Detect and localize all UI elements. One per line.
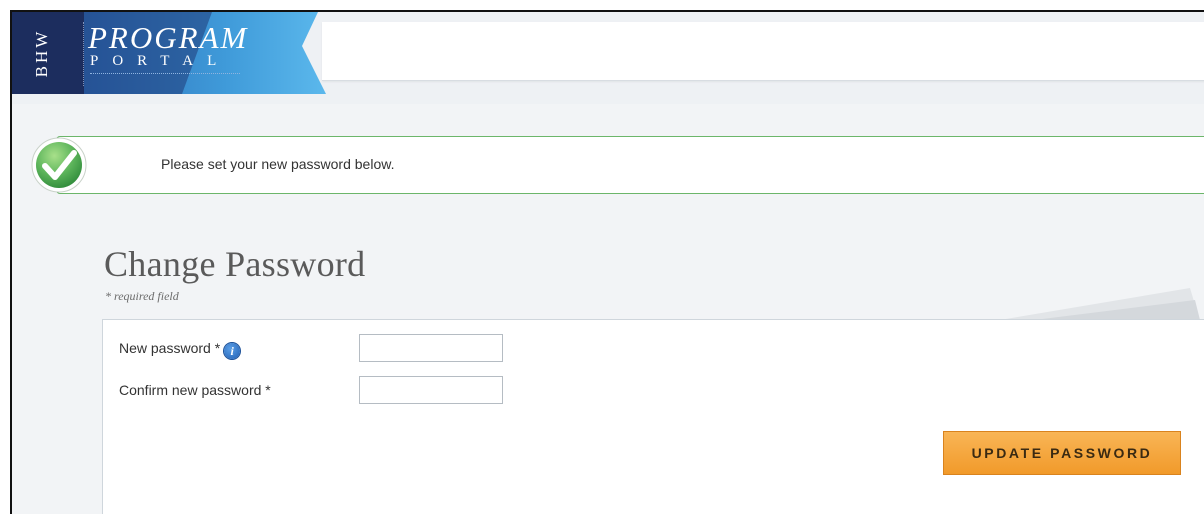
new-password-label: New password * i [119, 340, 241, 359]
program-portal-logo[interactable]: BHW PROGRAM PORTAL [12, 12, 332, 94]
logo-program-text: PROGRAM [88, 20, 249, 55]
header-search-bar[interactable] [322, 22, 1204, 81]
banner-message: Please set your new password below. [161, 156, 395, 172]
new-password-label-text: New password * [119, 340, 221, 356]
success-banner: Please set your new password below. [56, 136, 1204, 194]
confirm-password-label: Confirm new password * [119, 382, 271, 398]
required-field-note: * required field [105, 289, 179, 303]
info-icon[interactable]: i [224, 343, 241, 359]
checkmark-icon [30, 136, 88, 194]
logo-portal-text: PORTAL [90, 53, 231, 69]
page-title: Change Password [104, 244, 366, 284]
browser-frame: BHW PROGRAM PORTAL Please set your new p… [10, 10, 1204, 514]
update-password-button[interactable]: UPDATE PASSWORD [943, 431, 1181, 475]
logo-bhw-text: BHW [32, 28, 51, 78]
confirm-password-input[interactable] [359, 376, 503, 404]
site-header: BHW PROGRAM PORTAL [12, 12, 1204, 104]
change-password-form: New password * i Confirm new password * U… [102, 319, 1204, 514]
logo-dotted-rule [90, 73, 240, 75]
new-password-input[interactable] [359, 334, 503, 362]
logo-divider [83, 22, 85, 86]
